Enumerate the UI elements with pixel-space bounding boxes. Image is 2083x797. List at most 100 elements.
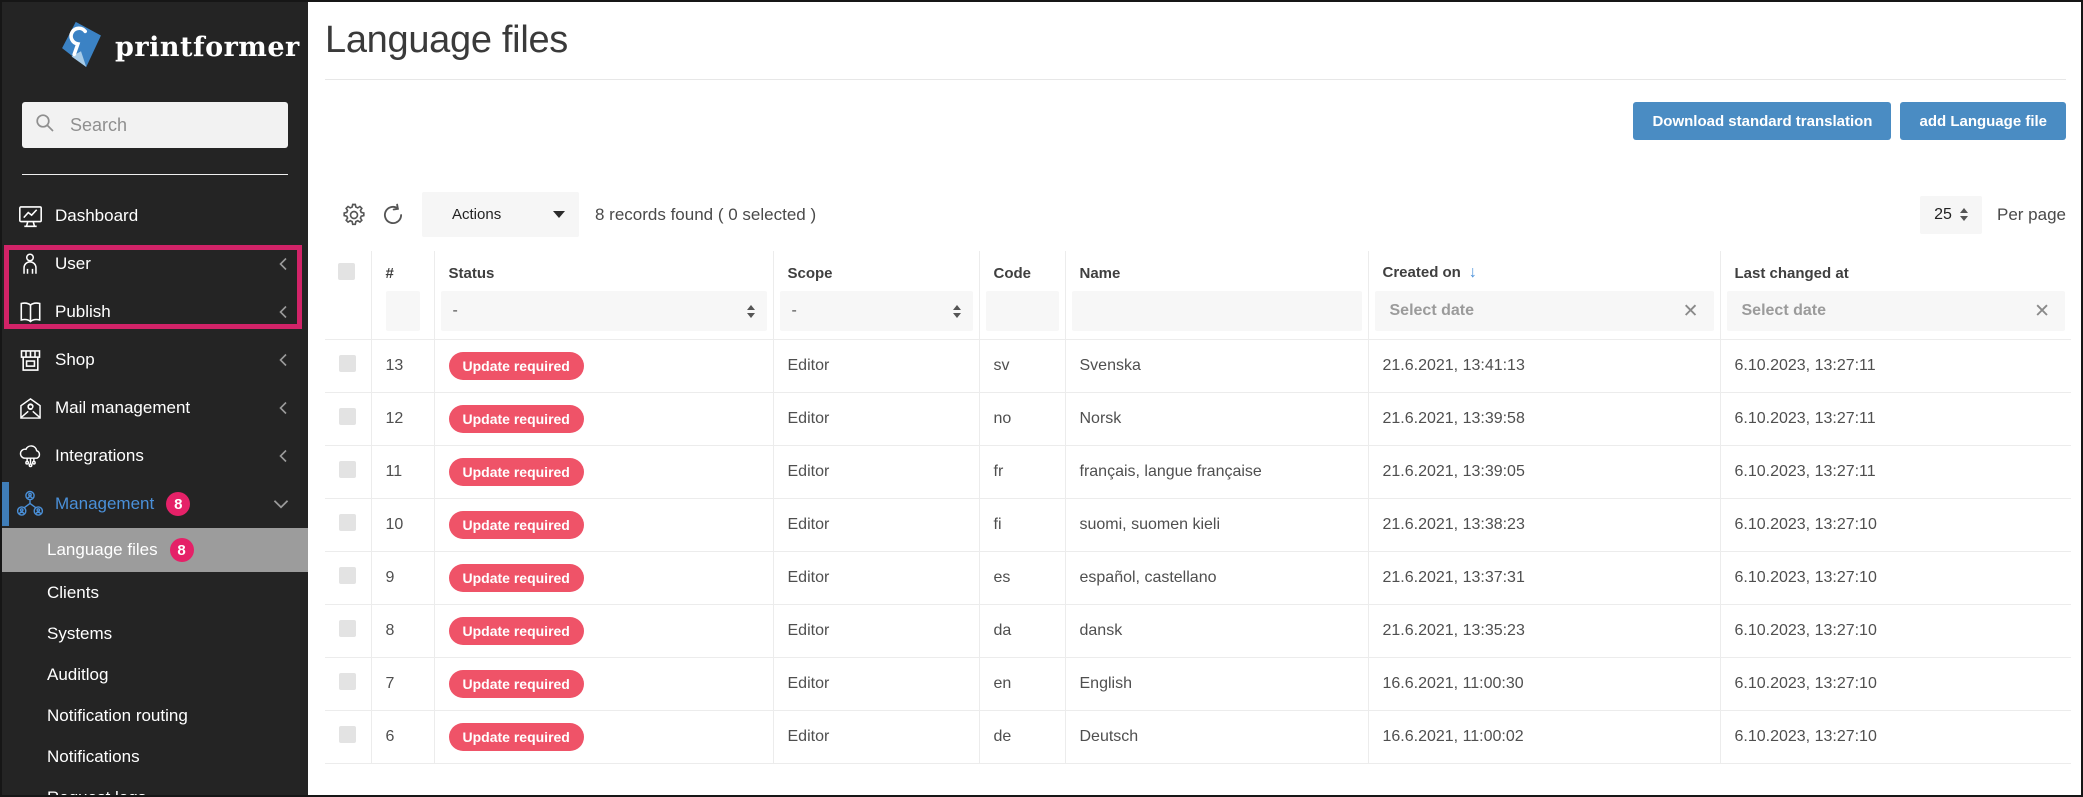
- row-code: fi: [979, 498, 1065, 551]
- sidebar-item-label: Integrations: [55, 446, 144, 466]
- status-badge: Update required: [449, 405, 584, 433]
- select-all-header: [325, 251, 371, 291]
- clear-date-icon[interactable]: ✕: [2034, 302, 2050, 321]
- sidebar-item-label: Dashboard: [55, 206, 138, 226]
- sidebar-item-publish[interactable]: Publish: [2, 288, 308, 336]
- add-language-file-button[interactable]: add Language file: [1900, 102, 2066, 140]
- status-badge: Update required: [449, 352, 584, 380]
- name-filter-input[interactable]: [1072, 291, 1362, 331]
- sidebar-search[interactable]: [22, 102, 288, 148]
- row-checkbox-cell: [325, 445, 371, 498]
- clear-date-icon[interactable]: ✕: [1683, 302, 1699, 321]
- sidebar-subitem-notifications[interactable]: Notifications: [2, 736, 308, 777]
- sidebar-subitem-label: Clients: [47, 583, 99, 603]
- row-code: en: [979, 657, 1065, 710]
- per-page-select[interactable]: 25: [1920, 196, 1982, 234]
- row-created-on: 21.6.2021, 13:38:23: [1368, 498, 1720, 551]
- column-header-id[interactable]: #: [371, 251, 434, 291]
- scope-filter-select[interactable]: -: [780, 291, 973, 331]
- management-subnav: Language files 8 Clients Systems Auditlo…: [2, 528, 308, 795]
- user-icon: [16, 250, 44, 278]
- row-scope: Editor: [773, 551, 979, 604]
- actions-dropdown-label: Actions: [452, 206, 501, 223]
- row-checkbox[interactable]: [339, 461, 356, 478]
- select-all-checkbox[interactable]: [338, 263, 355, 280]
- sidebar-subitem-language-files[interactable]: Language files 8: [2, 528, 308, 572]
- row-checkbox-cell: [325, 498, 371, 551]
- column-header-code[interactable]: Code: [979, 251, 1065, 291]
- management-count-badge: 8: [166, 492, 190, 516]
- book-icon: [16, 298, 44, 326]
- sidebar-item-shop[interactable]: Shop: [2, 336, 308, 384]
- row-checkbox[interactable]: [339, 726, 356, 743]
- row-code: de: [979, 710, 1065, 763]
- row-checkbox[interactable]: [339, 355, 356, 372]
- table-row: 8 Update required Editor da dansk 21.6.2…: [325, 604, 2071, 657]
- sidebar-item-management[interactable]: Management 8: [2, 480, 308, 528]
- row-scope: Editor: [773, 339, 979, 392]
- sidebar-subitem-clients[interactable]: Clients: [2, 572, 308, 613]
- row-name: English: [1065, 657, 1368, 710]
- row-status: Update required: [434, 498, 773, 551]
- printformer-logo-icon: [60, 19, 102, 76]
- management-org-icon: [16, 490, 44, 518]
- sidebar-subitem-systems[interactable]: Systems: [2, 613, 308, 654]
- row-checkbox[interactable]: [339, 620, 356, 637]
- per-page-label: Per page: [1997, 205, 2066, 225]
- records-count-text: 8 records found ( 0 selected ): [595, 205, 816, 225]
- changed-date-filter[interactable]: Select date ✕: [1727, 291, 2066, 331]
- sidebar-divider: [22, 174, 288, 175]
- sidebar-item-integrations[interactable]: Integrations: [2, 432, 308, 480]
- sidebar-item-label: Shop: [55, 350, 95, 370]
- row-last-changed: 6.10.2023, 13:27:10: [1720, 710, 2071, 763]
- download-standard-translation-button[interactable]: Download standard translation: [1633, 102, 1891, 140]
- row-status: Update required: [434, 392, 773, 445]
- header-buttons: Download standard translation add Langua…: [325, 102, 2066, 140]
- column-header-last-changed[interactable]: Last changed at: [1720, 251, 2071, 291]
- row-name: suomi, suomen kieli: [1065, 498, 1368, 551]
- filter-cell-id: [371, 291, 434, 339]
- row-last-changed: 6.10.2023, 13:27:10: [1720, 657, 2071, 710]
- row-checkbox[interactable]: [339, 408, 356, 425]
- chevron-left-icon: [276, 448, 290, 464]
- search-input[interactable]: [68, 114, 276, 137]
- id-filter-input[interactable]: [386, 291, 420, 331]
- column-header-status[interactable]: Status: [434, 251, 773, 291]
- sidebar-subitem-notification-routing[interactable]: Notification routing: [2, 695, 308, 736]
- status-filter-select[interactable]: -: [441, 291, 767, 331]
- sidebar-item-mail-management[interactable]: Mail management: [2, 384, 308, 432]
- row-checkbox[interactable]: [339, 567, 356, 584]
- status-badge: Update required: [449, 458, 584, 486]
- code-filter-input[interactable]: [986, 291, 1059, 331]
- sidebar-nav: Dashboard User: [2, 192, 308, 795]
- settings-gear-icon[interactable]: [340, 201, 368, 229]
- actions-dropdown[interactable]: Actions: [422, 192, 579, 237]
- created-date-filter[interactable]: Select date ✕: [1375, 291, 1714, 331]
- column-header-created-on[interactable]: Created on↓: [1368, 251, 1720, 291]
- row-last-changed: 6.10.2023, 13:27:11: [1720, 445, 2071, 498]
- sidebar-subitem-request-logs[interactable]: Request logs: [2, 777, 308, 795]
- sidebar-item-user[interactable]: User: [2, 240, 308, 288]
- cloud-integrations-icon: [16, 442, 44, 470]
- sidebar-item-label: Management: [55, 494, 154, 514]
- row-checkbox[interactable]: [339, 673, 356, 690]
- row-scope: Editor: [773, 604, 979, 657]
- row-created-on: 21.6.2021, 13:35:23: [1368, 604, 1720, 657]
- column-header-name[interactable]: Name: [1065, 251, 1368, 291]
- row-id: 10: [371, 498, 434, 551]
- sidebar-subitem-label: Systems: [47, 624, 112, 644]
- row-id: 11: [371, 445, 434, 498]
- sidebar-item-dashboard[interactable]: Dashboard: [2, 192, 308, 240]
- row-scope: Editor: [773, 498, 979, 551]
- row-name: Norsk: [1065, 392, 1368, 445]
- select-stepper-icon: [1960, 208, 1968, 221]
- row-last-changed: 6.10.2023, 13:27:10: [1720, 498, 2071, 551]
- row-last-changed: 6.10.2023, 13:27:11: [1720, 392, 2071, 445]
- row-checkbox[interactable]: [339, 514, 356, 531]
- column-header-scope[interactable]: Scope: [773, 251, 979, 291]
- sidebar-subitem-auditlog[interactable]: Auditlog: [2, 654, 308, 695]
- refresh-icon[interactable]: [380, 202, 406, 228]
- status-badge: Update required: [449, 511, 584, 539]
- row-created-on: 16.6.2021, 11:00:30: [1368, 657, 1720, 710]
- language-files-table: # Status Scope Code Name Created on↓ Las…: [325, 251, 2071, 764]
